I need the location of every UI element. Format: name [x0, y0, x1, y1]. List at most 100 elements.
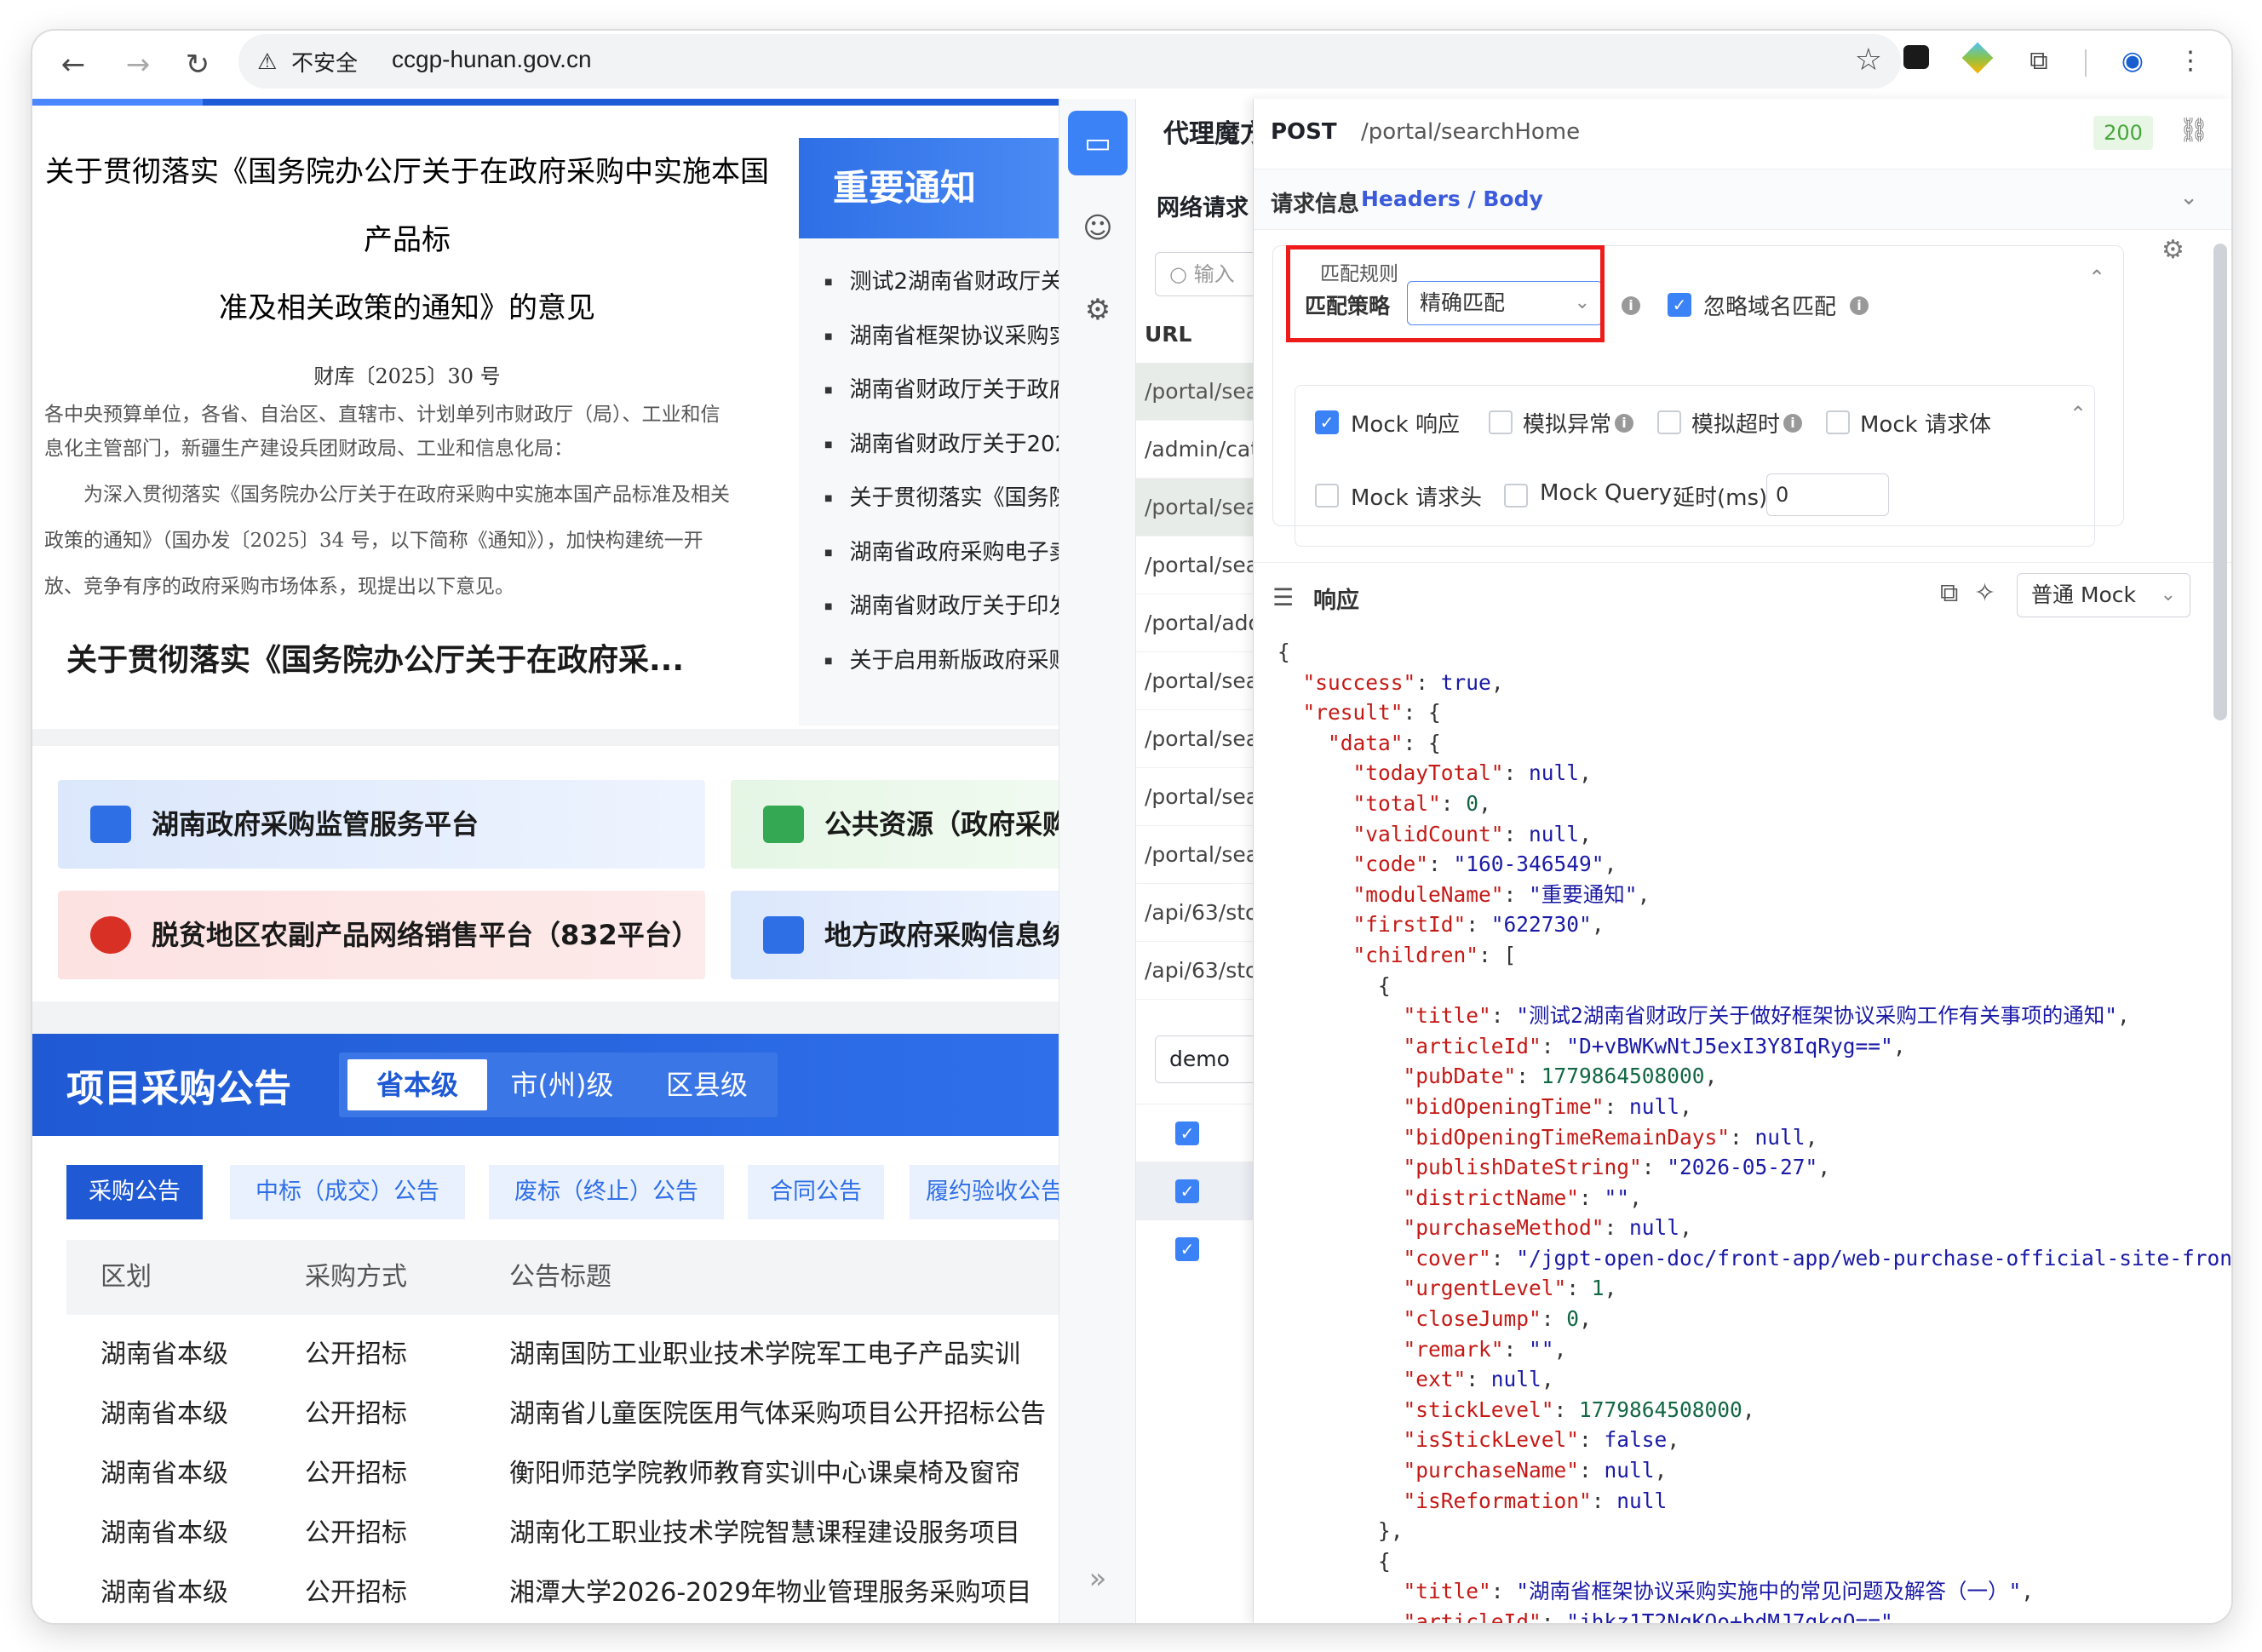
- proxy-devtools-panel: ▭ ☺ ⚙ » 代理魔方 网络请求 ○ 输入 URL /portal/searc…: [1059, 99, 2231, 1623]
- monitor-icon[interactable]: ▭: [1068, 111, 1128, 175]
- row-title[interactable]: 湖南省儿童医院医用气体采购项目公开招标公告: [509, 1385, 1046, 1444]
- request-item[interactable]: /admin/category: [1136, 421, 1253, 479]
- request-item[interactable]: /portal/search: [1136, 710, 1253, 768]
- sim-timeout-checkbox[interactable]: [1657, 410, 1681, 434]
- notice-item[interactable]: 湖南省财政厅关于政府采购: [824, 372, 1059, 427]
- checkbox-checked[interactable]: ✓: [1175, 1121, 1199, 1145]
- request-item[interactable]: /portal/search: [1136, 768, 1253, 826]
- rule-row[interactable]: ✓: [1136, 1104, 1253, 1162]
- request-search-input[interactable]: ○ 输入: [1155, 252, 1253, 296]
- extension-icon-1[interactable]: [1897, 43, 1935, 80]
- ignore-domain-checkbox[interactable]: ✓: [1668, 293, 1691, 317]
- request-item[interactable]: /portal/searchHome: [1136, 363, 1253, 421]
- rule-row[interactable]: ✓: [1136, 1162, 1253, 1219]
- mock-mode-select[interactable]: 普通 Mock ⌄: [2017, 573, 2190, 617]
- tab-county[interactable]: 区县级: [637, 1059, 777, 1110]
- notice-item[interactable]: 湖南省政府采购电子卖场: [824, 535, 1059, 589]
- row-method: 公开招标: [305, 1399, 407, 1429]
- headers-body-tab[interactable]: Headers / Body: [1361, 186, 1543, 211]
- bookmark-star-icon[interactable]: ☆: [1855, 43, 1882, 77]
- sim-timeout-label: 模拟超时: [1691, 412, 1781, 438]
- mock-headers-checkbox[interactable]: [1315, 484, 1339, 508]
- security-label[interactable]: 不安全: [291, 46, 358, 77]
- checkbox-checked[interactable]: ✓: [1175, 1179, 1199, 1203]
- platform-832-link[interactable]: 脱贫地区农副产品网络销售平台（832平台）: [58, 891, 705, 979]
- tab-acceptance-notice[interactable]: 履约验收公告: [910, 1165, 1059, 1219]
- request-item[interactable]: /api/63/store: [1136, 942, 1253, 1000]
- notice-item[interactable]: 关于启用新版政府采购: [824, 643, 1059, 697]
- sim-error-label: 模拟异常: [1523, 412, 1612, 438]
- more-menu-icon[interactable]: ⋮: [2172, 43, 2209, 80]
- row-title[interactable]: 湘潭大学2026-2029年物业管理服务采购项目: [509, 1563, 1032, 1623]
- featured-article[interactable]: 关于贯彻落实《国务院办公厅关于在政府采购中实施本国产品标 准及相关政策的通知》的…: [32, 138, 782, 726]
- checkbox-checked[interactable]: ✓: [1175, 1237, 1199, 1261]
- request-item[interactable]: /portal/search: [1136, 652, 1253, 710]
- mock-mode-value: 普通 Mock: [2031, 582, 2137, 607]
- settings-gear-icon[interactable]: ⚙: [2162, 235, 2184, 265]
- request-item[interactable]: /portal/searchHome: [1136, 479, 1253, 536]
- info-icon[interactable]: i: [1850, 296, 1869, 315]
- notice-item[interactable]: 湖南省框架协议采购实施中的常见问题及解答: [824, 318, 1059, 373]
- profile-avatar-icon[interactable]: ◉: [2114, 43, 2151, 80]
- user-icon[interactable]: ☺: [1068, 196, 1128, 261]
- group-select[interactable]: demo: [1155, 1035, 1253, 1083]
- request-item[interactable]: /api/63/store: [1136, 884, 1253, 942]
- table-row[interactable]: 湖南省本级 公开招标 湖南省儿童医院医用气体采购项目公开招标公告: [66, 1385, 1059, 1444]
- request-item[interactable]: /portal/search: [1136, 536, 1253, 594]
- delay-input[interactable]: 0: [1766, 473, 1889, 516]
- tab-award-notice[interactable]: 中标（成交）公告: [230, 1165, 465, 1219]
- copy-icon[interactable]: ⧉: [1940, 578, 1958, 608]
- expand-chevron-icon[interactable]: »: [1068, 1546, 1128, 1611]
- forward-icon[interactable]: →: [118, 44, 158, 85]
- tab-contract-notice[interactable]: 合同公告: [748, 1165, 884, 1219]
- platform-supervision-link[interactable]: 湖南政府采购监管服务平台: [58, 780, 705, 869]
- request-item[interactable]: /portal/add: [1136, 594, 1253, 652]
- collapse-chevron-icon[interactable]: ⌃: [2070, 402, 2087, 426]
- platform-local-info-link[interactable]: 地方政府采购信息统一发布平台: [731, 891, 1059, 979]
- request-item[interactable]: /portal/search: [1136, 826, 1253, 884]
- magic-wand-icon[interactable]: ✧: [1974, 578, 1995, 608]
- http-method: POST: [1271, 119, 1337, 145]
- table-row[interactable]: 湖南省本级 公开招标 衡阳师范学院教师教育实训中心课桌椅及窗帘: [66, 1444, 1059, 1504]
- tab-city[interactable]: 市(州)级: [492, 1059, 632, 1110]
- scrollbar[interactable]: [2213, 244, 2227, 720]
- rule-row[interactable]: ✓: [1136, 1219, 1253, 1277]
- info-icon[interactable]: i: [1615, 414, 1633, 433]
- settings-gear-icon[interactable]: ⚙: [1068, 278, 1128, 342]
- reload-icon[interactable]: ↻: [177, 44, 218, 85]
- notice-item[interactable]: 湖南省财政厅关于2026年: [824, 427, 1059, 481]
- url-text[interactable]: ccgp-hunan.gov.cn: [392, 46, 592, 73]
- mock-query-checkbox[interactable]: [1504, 484, 1528, 508]
- mock-body-checkbox[interactable]: [1826, 410, 1850, 434]
- table-row[interactable]: 湖南省本级 公开招标 湖南国防工业职业技术学院军工电子产品实训: [66, 1325, 1059, 1385]
- article-caption[interactable]: 关于贯彻落实《国务院办公厅关于在政府采...: [66, 635, 684, 680]
- response-json-editor[interactable]: { "success": true, "result": { "data": {…: [1254, 637, 2231, 1623]
- puzzle-extensions-icon[interactable]: ⧉: [2020, 43, 2058, 80]
- address-bar[interactable]: ⚠ 不安全 ccgp-hunan.gov.cn ☆: [238, 34, 1901, 89]
- tab-province[interactable]: 省本级: [347, 1059, 487, 1110]
- row-title[interactable]: 衡阳师范学院教师教育实训中心课桌椅及窗帘: [509, 1444, 1020, 1504]
- info-icon[interactable]: i: [1622, 296, 1640, 315]
- toolbar-divider: [2085, 49, 2087, 77]
- row-title[interactable]: 湖南国防工业职业技术学院军工电子产品实训: [509, 1325, 1020, 1385]
- row-title[interactable]: 湖南化工职业技术学院智慧课程建设服务项目: [509, 1504, 1020, 1563]
- sim-error-checkbox[interactable]: [1489, 410, 1513, 434]
- platform-public-resource-link[interactable]: 公共资源（政府采购）: [731, 780, 1059, 869]
- extension-icon-2[interactable]: [1959, 42, 1996, 80]
- tab-abandon-notice[interactable]: 废标（终止）公告: [489, 1165, 724, 1219]
- notice-item[interactable]: 关于贯彻落实《国务院办公厅: [824, 480, 1059, 535]
- notice-item[interactable]: 测试2湖南省财政厅关于做好框架协议采购工作有关事项的通知: [824, 264, 1059, 318]
- link-icon[interactable]: ⛓: [2179, 116, 2209, 144]
- table-row[interactable]: 湖南省本级 公开招标 湘潭大学2026-2029年物业管理服务采购项目: [66, 1563, 1059, 1623]
- back-icon[interactable]: ←: [53, 44, 94, 85]
- info-icon[interactable]: i: [1783, 414, 1802, 433]
- collapse-chevron-icon[interactable]: ⌃: [2088, 266, 2105, 290]
- section-divider: [32, 1001, 1059, 1034]
- mock-response-checkbox[interactable]: ✓: [1315, 410, 1339, 434]
- tab-purchase-notice[interactable]: 采购公告: [66, 1165, 203, 1219]
- table-row[interactable]: 湖南省本级 公开招标 湖南化工职业技术学院智慧课程建设服务项目: [66, 1504, 1059, 1563]
- request-info-header[interactable]: 请求信息 Headers / Body ⌄: [1254, 169, 2231, 230]
- notice-item[interactable]: 湖南省财政厅关于印发: [824, 588, 1059, 643]
- chevron-down-icon[interactable]: ⌄: [2179, 185, 2198, 210]
- response-json-text[interactable]: { "success": true, "result": { "data": {…: [1254, 637, 2231, 1623]
